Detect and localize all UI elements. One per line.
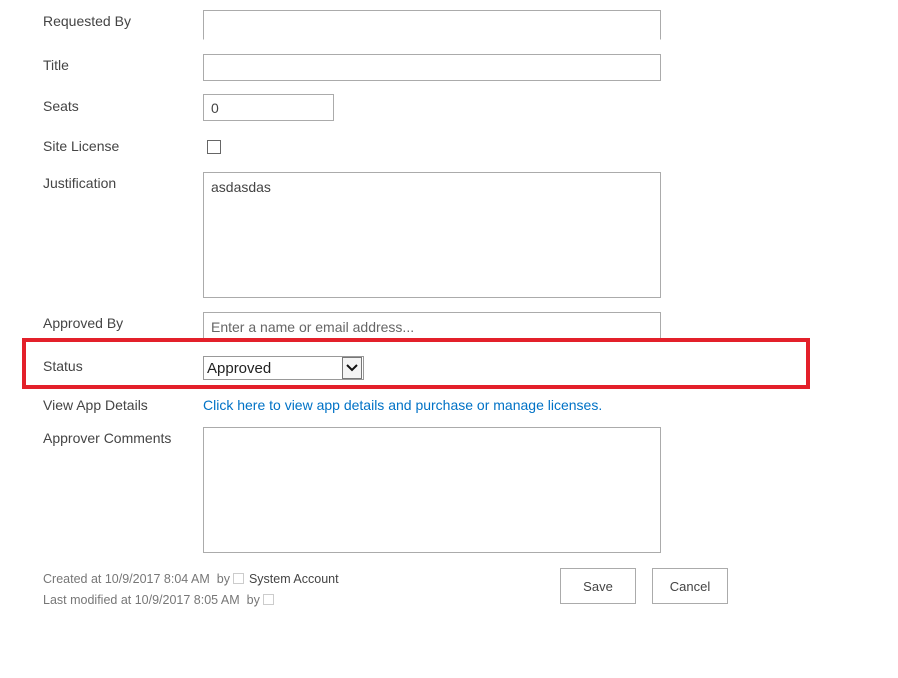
status-label: Status [43,358,83,374]
seats-input[interactable]: 0 [203,94,334,121]
by-text: by [216,572,230,586]
requested-by-label: Requested By [43,13,131,29]
site-license-label: Site License [43,138,120,154]
approver-comments-textarea[interactable] [203,427,661,553]
user-presence-icon [232,573,244,584]
justification-label: Justification [43,175,117,191]
approved-by-label: Approved By [43,315,124,331]
status-value: Approved [207,359,272,377]
site-license-checkbox[interactable] [207,140,221,154]
seats-label: Seats [43,98,79,114]
modified-info: Last modified at 10/9/2017 8:05 AM by [43,593,279,607]
created-info: Created at 10/9/2017 8:04 AM by System Ac… [43,572,339,586]
save-button[interactable]: Save [560,568,636,604]
title-input[interactable] [203,54,661,81]
status-select[interactable]: Approved [203,356,364,380]
title-label: Title [43,57,69,73]
requested-by-input[interactable] [203,10,661,40]
view-app-details-link[interactable]: Click here to view app details and purch… [203,397,602,413]
created-text: Created at 10/9/2017 8:04 AM [43,572,210,586]
by-text: by [246,593,260,607]
approver-comments-label: Approver Comments [43,430,172,446]
created-by-link[interactable]: System Account [249,572,339,586]
justification-textarea[interactable]: asdasdas [203,172,661,298]
modified-text: Last modified at 10/9/2017 8:05 AM [43,593,240,607]
cancel-button[interactable]: Cancel [652,568,728,604]
chevron-down-icon[interactable] [342,357,362,379]
approved-by-people-picker[interactable]: Enter a name or email address... [203,312,661,340]
status-highlight-box [22,338,810,389]
view-app-details-label: View App Details [43,397,148,413]
user-presence-icon [262,594,274,605]
